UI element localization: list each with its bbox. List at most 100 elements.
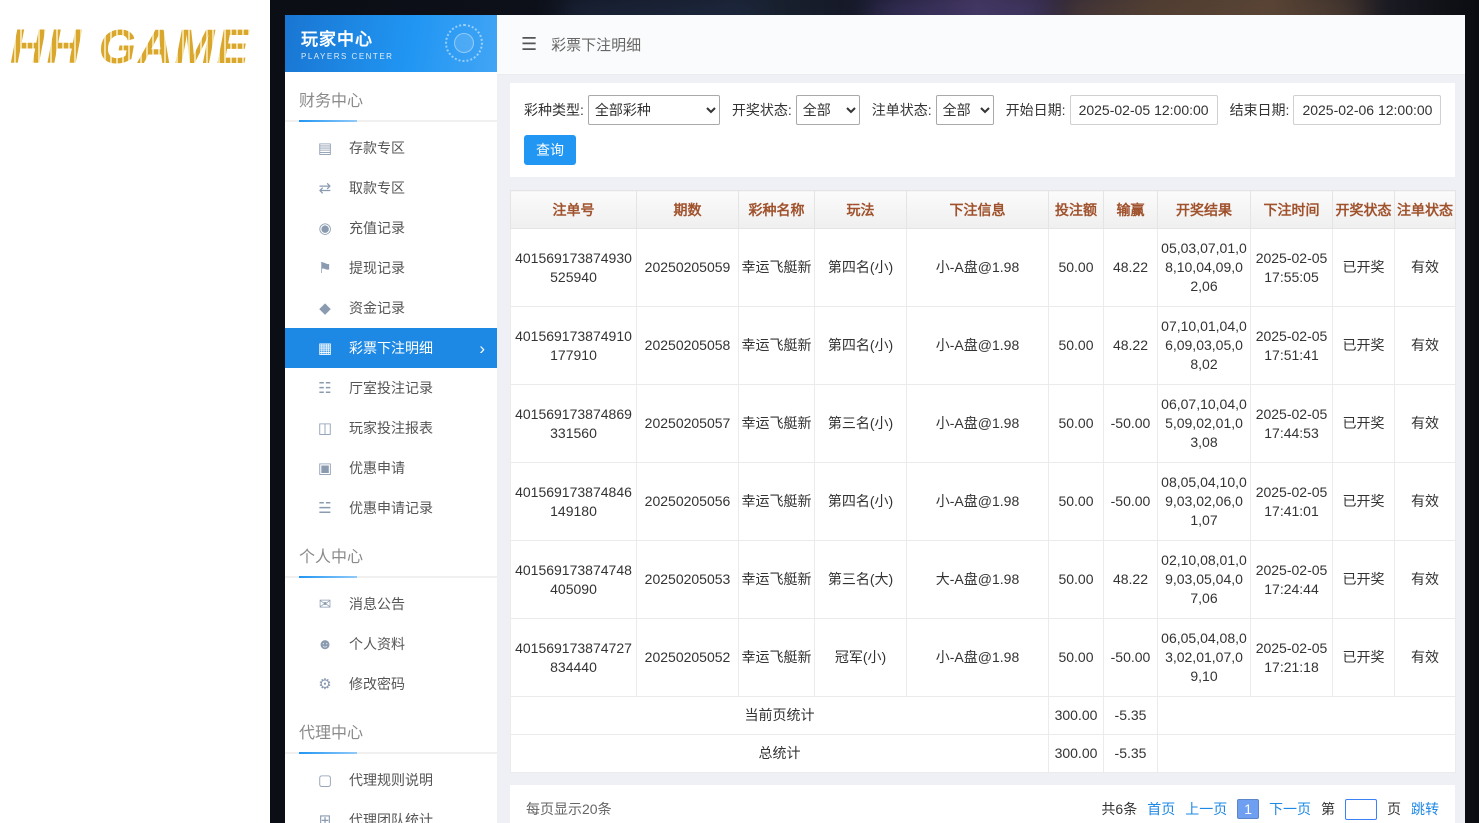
jump-prefix-label: 第	[1321, 799, 1335, 819]
search-button[interactable]: 查询	[524, 135, 576, 165]
cell-time: 2025-02-05 17:55:05	[1251, 229, 1333, 307]
sidebar-item-fund-records[interactable]: ◆资金记录	[285, 288, 497, 328]
sidebar-item-message-announcements[interactable]: ✉消息公告	[285, 584, 497, 624]
sidebar-item-withdrawal-records[interactable]: ⚑提现记录	[285, 248, 497, 288]
sidebar-item-deposit-zone[interactable]: ▤存款专区	[285, 128, 497, 168]
cell-winloss: -50.00	[1104, 385, 1158, 463]
document-icon: ▢	[315, 771, 335, 789]
cell-play: 第三名(小)	[815, 385, 907, 463]
sidebar-item-lottery-bet-details[interactable]: ▦彩票下注明细›	[285, 328, 497, 368]
cell-amount: 50.00	[1049, 385, 1104, 463]
cell-winloss: 48.22	[1104, 307, 1158, 385]
sidebar-section-title: 代理中心	[285, 704, 497, 754]
summary-winloss: -5.35	[1104, 697, 1158, 735]
cell-bet_no: 401569173874930525940	[511, 229, 637, 307]
pagination-bar: 每页显示20条 共6条 首页 上一页 1 下一页 第 页 跳转	[510, 785, 1455, 823]
column-header-period: 期数	[637, 191, 739, 229]
chevron-right-icon: ›	[479, 340, 485, 357]
sidebar-item-personal-profile[interactable]: ☻个人资料	[285, 624, 497, 664]
column-header-draw_status: 开奖状态	[1333, 191, 1395, 229]
withdraw-hand-icon: ⇄	[315, 179, 335, 197]
cell-bet_status: 有效	[1395, 229, 1456, 307]
sidebar-item-agent-rules[interactable]: ▢代理规则说明	[285, 760, 497, 800]
promo-gift-icon: ▣	[315, 459, 335, 477]
table-row: 40156917387484614918020250205056幸运飞艇新第四名…	[511, 463, 1456, 541]
sidebar-item-promo-application-records[interactable]: ☱优惠申请记录	[285, 488, 497, 528]
end-date-input[interactable]	[1293, 95, 1441, 125]
first-page-link[interactable]: 首页	[1147, 799, 1175, 819]
sidebar-item-recharge-records[interactable]: ◉充值记录	[285, 208, 497, 248]
lottery-type-select[interactable]: 全部彩种	[588, 95, 720, 125]
menu-toggle-icon[interactable]: ☰	[521, 34, 537, 55]
summary-row: 总统计300.00-5.35	[511, 735, 1456, 773]
summary-row: 当前页统计300.00-5.35	[511, 697, 1456, 735]
cell-bet_no: 401569173874910177910	[511, 307, 637, 385]
end-date-label: 结束日期:	[1230, 100, 1290, 120]
sidebar-item-agent-team-stats[interactable]: ⊞代理团队统计	[285, 800, 497, 823]
start-date-input[interactable]	[1070, 95, 1218, 125]
sidebar-item-change-password[interactable]: ⚙修改密码	[285, 664, 497, 704]
sidebar-item-player-bet-report[interactable]: ◫ 玩家投注报表	[285, 408, 497, 448]
cell-play: 第四名(小)	[815, 229, 907, 307]
table-row: 40156917387486933156020250205057幸运飞艇新第三名…	[511, 385, 1456, 463]
sidebar-item-label: 玩家投注报表	[349, 418, 433, 438]
cell-draw_status: 已开奖	[1333, 619, 1395, 697]
sidebar-menu: 财务中心▤存款专区⇄取款专区◉充值记录⚑提现记录◆资金记录▦彩票下注明细›☷厅室…	[285, 72, 497, 823]
cell-result: 07,10,01,04,06,09,03,05,08,02	[1158, 307, 1251, 385]
cell-draw_status: 已开奖	[1333, 385, 1395, 463]
cell-time: 2025-02-05 17:51:41	[1251, 307, 1333, 385]
cell-draw_status: 已开奖	[1333, 307, 1395, 385]
cell-period: 20250205056	[637, 463, 739, 541]
bet-status-filter: 注单状态: 全部	[872, 95, 994, 125]
next-page-link[interactable]: 下一页	[1269, 799, 1311, 819]
end-date-filter: 结束日期:	[1230, 95, 1442, 125]
cell-draw_status: 已开奖	[1333, 229, 1395, 307]
hall-list-icon: ☷	[315, 379, 335, 397]
cell-draw_status: 已开奖	[1333, 541, 1395, 619]
cell-bet_no: 401569173874748405090	[511, 541, 637, 619]
team-stats-icon: ⊞	[315, 811, 335, 823]
topbar: ☰ 彩票下注明细	[497, 15, 1465, 75]
cell-lottery: 幸运飞艇新	[739, 307, 815, 385]
cell-time: 2025-02-05 17:41:01	[1251, 463, 1333, 541]
hh-game-logo: HH GAME	[10, 20, 251, 75]
column-header-bet_info: 下注信息	[907, 191, 1049, 229]
sidebar-item-label: 优惠申请	[349, 458, 405, 478]
cell-amount: 50.00	[1049, 541, 1104, 619]
summary-label: 当前页统计	[511, 697, 1049, 735]
cell-bet_no: 401569173874727834440	[511, 619, 637, 697]
cell-lottery: 幸运飞艇新	[739, 463, 815, 541]
cell-bet_status: 有效	[1395, 385, 1456, 463]
table-body: 40156917387493052594020250205059幸运飞艇新第四名…	[511, 229, 1456, 773]
summary-label: 总统计	[511, 735, 1049, 773]
cell-bet_info: 小-A盘@1.98	[907, 229, 1049, 307]
summary-empty	[1158, 735, 1456, 773]
cell-draw_status: 已开奖	[1333, 463, 1395, 541]
page-jump-input[interactable]	[1345, 799, 1377, 820]
summary-empty	[1158, 697, 1456, 735]
cell-lottery: 幸运飞艇新	[739, 619, 815, 697]
sidebar-item-promo-application[interactable]: ▣ 优惠申请	[285, 448, 497, 488]
sidebar-item-withdraw-zone[interactable]: ⇄取款专区	[285, 168, 497, 208]
main-content: ☰ 彩票下注明细 彩种类型: 全部彩种 开奖状态: 全部	[497, 15, 1465, 823]
page-size-text: 每页显示20条	[526, 799, 612, 819]
column-header-bet_no: 注单号	[511, 191, 637, 229]
sidebar-item-label: 彩票下注明细	[349, 338, 433, 358]
start-date-filter: 开始日期:	[1006, 95, 1218, 125]
filter-bar: 彩种类型: 全部彩种 开奖状态: 全部 注单状态:	[510, 83, 1455, 177]
summary-winloss: -5.35	[1104, 735, 1158, 773]
prev-page-link[interactable]: 上一页	[1185, 799, 1227, 819]
cell-period: 20250205059	[637, 229, 739, 307]
cell-amount: 50.00	[1049, 463, 1104, 541]
draw-status-select[interactable]: 全部	[796, 95, 860, 125]
jump-button[interactable]: 跳转	[1411, 799, 1439, 819]
bet-status-select[interactable]: 全部	[936, 95, 994, 125]
sidebar-header: 玩家中心 PLAYERS CENTER	[285, 15, 497, 72]
column-header-amount: 投注额	[1049, 191, 1104, 229]
lottery-type-label: 彩种类型:	[524, 100, 584, 120]
jump-suffix-label: 页	[1387, 799, 1401, 819]
sidebar-item-hall-bet-records[interactable]: ☷厅室投注记录	[285, 368, 497, 408]
report-chart-icon: ◫	[315, 419, 335, 437]
column-header-winloss: 输赢	[1104, 191, 1158, 229]
cell-bet_no: 401569173874846149180	[511, 463, 637, 541]
